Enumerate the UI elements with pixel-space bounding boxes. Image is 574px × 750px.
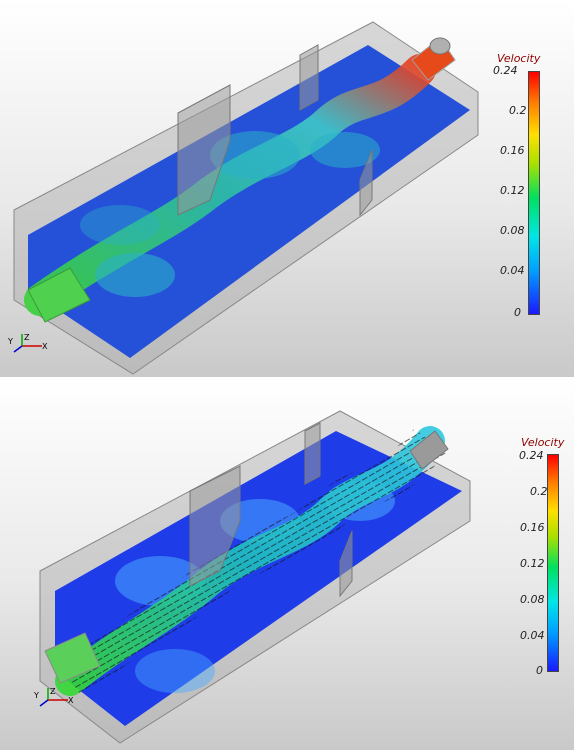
axis-label-z: Z (24, 333, 30, 342)
colorbar-tick-label: 0.12 (500, 184, 525, 197)
colorbar-gradient (547, 454, 559, 672)
top-visualization-panel: Velocity 0.24 0.2 0.16 0.12 0.08 0.04 0 … (0, 0, 574, 377)
axis-label-x: X (68, 696, 74, 705)
colorbar-tick-label: 0.04 (500, 264, 525, 277)
colorbar-tick-label: 0.2 (509, 104, 527, 117)
vortex-1 (95, 253, 175, 297)
orientation-axes: Y Z X (6, 330, 50, 360)
baffle-2 (299, 44, 319, 111)
low-velocity-region-4 (135, 649, 215, 693)
axis-label-z: Z (50, 687, 56, 696)
colorbar-tick-label: 0.24 (519, 449, 544, 462)
colorbar-tick-label: 0.16 (520, 521, 545, 534)
axis-label-y: Y (33, 691, 39, 700)
colorbar-tick-label: 0.08 (500, 224, 525, 237)
baffle-2 (304, 422, 321, 485)
colorbar-tick-label: 0.08 (520, 593, 545, 606)
bottom-visualization-panel: Velocity 0.24 0.2 0.16 0.12 0.08 0.04 0 … (0, 381, 574, 750)
vortex-4 (80, 205, 160, 245)
colorbar-gradient (528, 71, 540, 315)
colorbar-tick-label: 0.24 (493, 64, 518, 77)
colorbar-tick-label: 0.2 (530, 485, 548, 498)
colorbar-tick-label: 0.12 (520, 557, 545, 570)
colorbar-tick-label: 0.04 (520, 629, 545, 642)
axis-label-y: Y (7, 337, 13, 346)
streamline-3d-view (13, 21, 479, 375)
colorbar-tick-label: 0 (514, 306, 521, 319)
orientation-axes: Y Z X (32, 684, 76, 714)
colorbar-title: Velocity (521, 436, 565, 449)
colorbar-tick-label: 0.16 (500, 144, 525, 157)
axis-label-x: X (42, 342, 48, 351)
colorbar-tick-label: 0 (536, 664, 543, 677)
vector-glyph-3d-view (39, 410, 471, 744)
